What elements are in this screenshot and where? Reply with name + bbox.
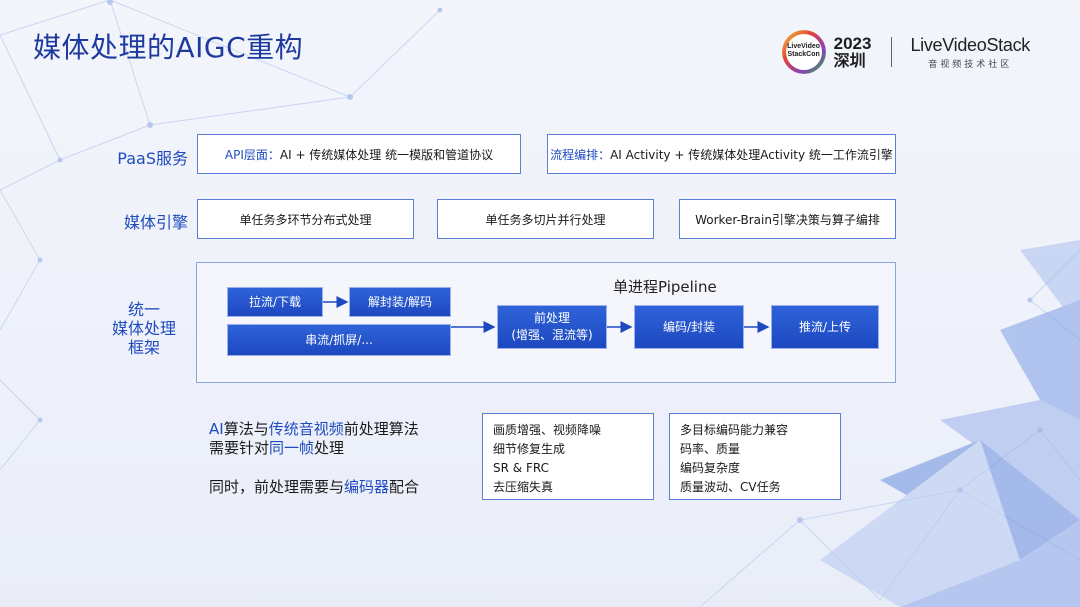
list-item: 画质增强、视频降噪 bbox=[493, 423, 602, 437]
flow-text: AI Activity + 传统媒体处理Activity 统一工作流引擎 bbox=[610, 147, 893, 162]
livevideostack-logo: LiveVideoStack 音视频技术社区 bbox=[910, 35, 1030, 70]
pipeline-title: 单进程Pipeline bbox=[613, 278, 717, 296]
list-item: 编码复杂度 bbox=[680, 461, 741, 475]
note-traditional: 传统音视频 bbox=[268, 420, 344, 438]
step-stream: 串流/抓屏/... bbox=[227, 324, 451, 356]
step-demux: 解封装/解码 bbox=[349, 287, 451, 317]
step-preprocess: 前处理 (增强、混流等) bbox=[497, 305, 607, 349]
paas-label: PaaS服务 bbox=[117, 149, 188, 168]
engine-item-parallel: 单任务多切片并行处理 bbox=[437, 199, 654, 239]
preprocess-line-2: (增强、混流等) bbox=[511, 328, 593, 342]
note-line-1: AI算法与传统音视频前处理算法 bbox=[209, 420, 419, 439]
note-same-frame: 同一帧 bbox=[269, 439, 315, 457]
logo-divider bbox=[891, 37, 893, 67]
api-text: AI + 传统媒体处理 统一模版和管道协议 bbox=[279, 147, 494, 162]
note-text: 配合 bbox=[389, 478, 420, 496]
badge-text: LiveVideo StackCon bbox=[782, 43, 826, 59]
list-item: 细节修复生成 bbox=[493, 442, 566, 456]
list-item: SR & FRC bbox=[493, 461, 549, 475]
paas-flow-box: 流程编排： AI Activity + 传统媒体处理Activity 统一工作流… bbox=[547, 134, 896, 174]
engine-item-distributed: 单任务多环节分布式处理 bbox=[197, 199, 414, 239]
note-line-3: 同时，前处理需要与编码器配合 bbox=[209, 478, 419, 497]
list-item: 去压缩失真 bbox=[493, 480, 554, 494]
encoder-list-box: 多目标编码能力兼容 码率、质量 编码复杂度 质量波动、CV任务 bbox=[669, 413, 841, 500]
note-text: 前处理算法 bbox=[343, 420, 419, 438]
list-item: 码率、质量 bbox=[680, 442, 741, 456]
badge-line-1: LiveVideo bbox=[787, 43, 821, 50]
brand-subtitle: 音视频技术社区 bbox=[928, 59, 1013, 70]
preprocess-line-1: 前处理 bbox=[533, 311, 570, 325]
event-year-city: 2023 深圳 bbox=[834, 35, 872, 69]
note-text: 算法与 bbox=[223, 420, 269, 438]
note-ai: AI bbox=[209, 420, 224, 438]
step-encode: 编码/封装 bbox=[634, 305, 744, 349]
badge-line-2: StackCon bbox=[787, 51, 820, 58]
event-year: 2023 bbox=[833, 34, 872, 53]
flow-prefix: 流程编排： bbox=[550, 147, 611, 162]
list-item: 质量波动、CV任务 bbox=[680, 480, 781, 494]
framework-label-line-3: 框架 bbox=[127, 338, 160, 357]
note-encoder: 编码器 bbox=[344, 478, 390, 496]
paas-api-box: API层面： AI + 传统媒体处理 统一模版和管道协议 bbox=[197, 134, 521, 174]
note-text: 需要针对 bbox=[209, 439, 270, 457]
note-line-2: 需要针对同一帧处理 bbox=[209, 439, 344, 458]
list-item: 多目标编码能力兼容 bbox=[680, 423, 789, 437]
framework-label-line-2: 媒体处理 bbox=[111, 319, 176, 338]
framework-label-line-1: 统一 bbox=[127, 300, 160, 319]
step-pull: 拉流/下载 bbox=[227, 287, 323, 317]
event-city: 深圳 bbox=[833, 51, 866, 70]
brand-name: LiveVideoStack bbox=[910, 34, 1030, 55]
badge-text-wrap: LiveVideo StackCon bbox=[782, 30, 826, 74]
preprocess-list-box: 画质增强、视频降噪 细节修复生成 SR & FRC 去压缩失真 bbox=[482, 413, 654, 500]
note-text: 同时，前处理需要与 bbox=[209, 478, 345, 496]
note-text: 处理 bbox=[314, 439, 345, 457]
step-push: 推流/上传 bbox=[771, 305, 879, 349]
conference-logo: LiveVideo StackCon 2023 深圳 LiveVideoStac… bbox=[781, 30, 1030, 74]
engine-label: 媒体引擎 bbox=[123, 213, 188, 232]
engine-item-worker-brain: Worker-Brain引擎决策与算子编排 bbox=[679, 199, 896, 239]
page-title: 媒体处理的AIGC重构 bbox=[33, 31, 304, 64]
framework-label: 统一 媒体处理 框架 bbox=[100, 300, 188, 357]
api-prefix: API层面： bbox=[224, 147, 280, 162]
